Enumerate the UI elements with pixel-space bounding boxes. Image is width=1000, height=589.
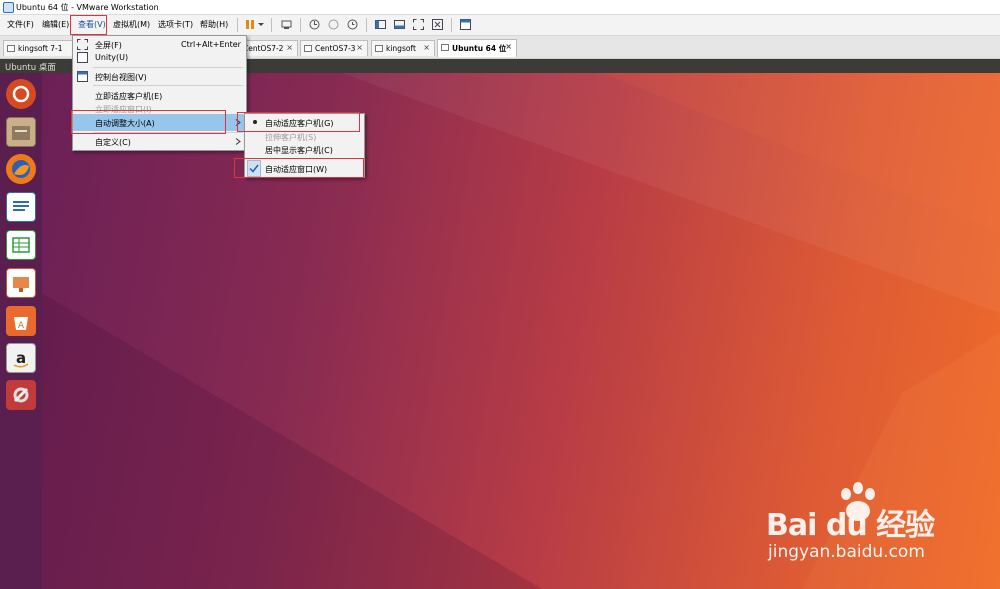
- annotation-box-autofit-guest: [237, 112, 360, 132]
- toolbar-separator: [451, 18, 452, 32]
- system-settings-icon[interactable]: [6, 380, 36, 410]
- menu-item-customize[interactable]: 自定义(C): [73, 133, 246, 150]
- console-view-icon[interactable]: [393, 18, 406, 31]
- toolbar-separator: [237, 18, 238, 32]
- console-view-icon: [77, 71, 88, 82]
- baidu-jingyan-watermark: Bai du 经验 jingyan.baidu.com: [766, 482, 956, 572]
- tab-label: CentOS7-2: [243, 44, 284, 53]
- tab-label: CentOS7-3: [315, 44, 356, 53]
- menu-vm[interactable]: 虚拟机(M): [113, 19, 150, 30]
- vm-icon: [7, 45, 15, 52]
- close-icon[interactable]: ×: [423, 43, 430, 52]
- unity-icon: [77, 52, 88, 63]
- pause-icon[interactable]: [244, 18, 257, 31]
- vmware-app-icon: [3, 2, 14, 13]
- annotation-box-autofit-window: [234, 158, 364, 178]
- menu-separator: [93, 85, 243, 86]
- chevron-right-icon: [235, 138, 241, 145]
- svg-text:a: a: [16, 349, 26, 367]
- annotation-box-view-menu: [70, 15, 107, 35]
- menu-help[interactable]: 帮助(H): [200, 19, 228, 30]
- toolbar-separator: [300, 18, 301, 32]
- tab-label: kingsoft 7-1: [18, 44, 63, 53]
- window-title-bar: Ubuntu 64 位 - VMware Workstation: [0, 0, 1000, 15]
- watermark-brand: Bai du 经验: [766, 508, 935, 543]
- tab-centos7-3[interactable]: CentOS7-3 ×: [300, 40, 368, 56]
- toolbar-separator: [271, 18, 272, 32]
- tab-ubuntu-64[interactable]: Ubuntu 64 位 ×: [437, 39, 517, 57]
- ubuntu-launcher: A a: [0, 73, 42, 589]
- libreoffice-writer-icon[interactable]: [6, 192, 36, 222]
- vm-icon: [375, 45, 383, 52]
- menu-item-center-guest[interactable]: 居中显示客户机(C): [245, 141, 364, 158]
- chevron-down-icon[interactable]: [257, 18, 265, 31]
- window-title: Ubuntu 64 位 - VMware Workstation: [16, 3, 159, 12]
- panel-title: Ubuntu 桌面: [5, 63, 56, 73]
- shortcut-label: Ctrl+Alt+Enter: [181, 40, 241, 49]
- unity-icon[interactable]: [431, 18, 444, 31]
- menu-item-console-view[interactable]: 控制台视图(V): [73, 68, 246, 85]
- watermark-url: jingyan.baidu.com: [768, 542, 925, 562]
- annotation-box-autosize: [71, 110, 226, 134]
- files-icon[interactable]: [6, 117, 36, 147]
- toolbar-separator: [366, 18, 367, 32]
- close-icon[interactable]: ×: [505, 42, 512, 51]
- firefox-icon[interactable]: [6, 154, 36, 184]
- vm-icon: [441, 44, 449, 51]
- tab-label: kingsoft: [386, 44, 416, 53]
- show-library-icon[interactable]: [374, 18, 387, 31]
- libreoffice-calc-icon[interactable]: [6, 230, 36, 260]
- tab-label: Ubuntu 64 位: [452, 44, 507, 53]
- revert-snapshot-icon[interactable]: [327, 18, 340, 31]
- libreoffice-impress-icon[interactable]: [6, 268, 36, 298]
- fullscreen-icon[interactable]: [412, 18, 425, 31]
- ubuntu-software-icon[interactable]: A: [6, 306, 36, 336]
- snapshot-icon[interactable]: [308, 18, 321, 31]
- amazon-icon[interactable]: a: [6, 343, 36, 373]
- menu-tabs[interactable]: 选项卡(T): [158, 19, 193, 30]
- tab-kingsoft[interactable]: kingsoft ×: [371, 40, 435, 56]
- snapshot-manager-icon[interactable]: [346, 18, 359, 31]
- vm-icon: [304, 45, 312, 52]
- menu-bar: 文件(F) 编辑(E) 查看(V) 虚拟机(M) 选项卡(T) 帮助(H): [0, 15, 1000, 36]
- preferences-icon[interactable]: [459, 18, 472, 31]
- menu-file[interactable]: 文件(F): [7, 19, 34, 30]
- send-ctrl-alt-del-icon[interactable]: [280, 18, 293, 31]
- menu-item-unity[interactable]: Unity(U): [73, 49, 246, 66]
- close-icon[interactable]: ×: [286, 43, 293, 52]
- svg-text:A: A: [18, 321, 25, 331]
- close-icon[interactable]: ×: [356, 43, 363, 52]
- menu-edit[interactable]: 编辑(E): [42, 19, 69, 30]
- dash-home-icon[interactable]: [6, 79, 36, 109]
